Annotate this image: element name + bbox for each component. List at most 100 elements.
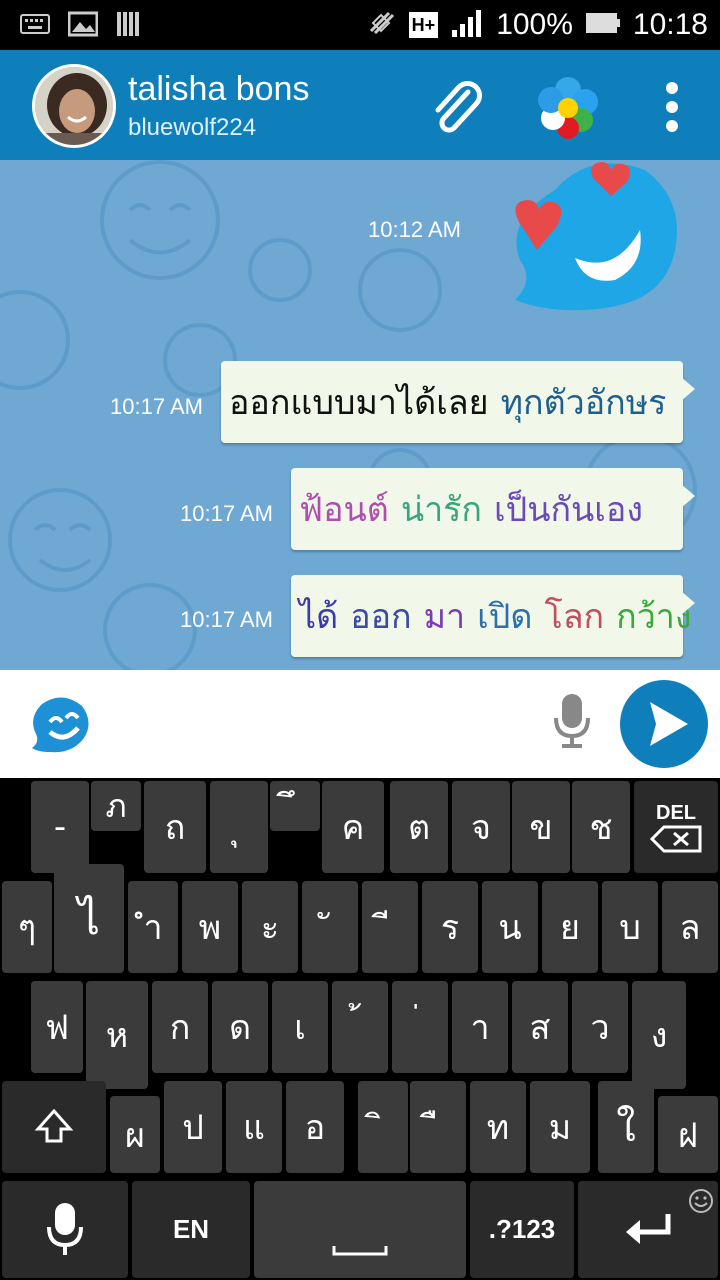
key[interactable]: แ: [226, 1081, 282, 1173]
signal-icon: [450, 8, 484, 42]
voice-input-key[interactable]: [2, 1181, 128, 1278]
key[interactable]: ผ: [110, 1096, 160, 1173]
key[interactable]: ิ: [358, 1081, 408, 1173]
status-bar: H+ 100% 10:18: [0, 0, 720, 50]
key[interactable]: ภ: [91, 781, 141, 831]
space-icon: [332, 1245, 388, 1255]
chat-area[interactable]: 10:12 AM 10:17 AM ออกแบบมาได้เลย ทุกตัวอ…: [0, 160, 720, 670]
symbols-key[interactable]: .?123: [470, 1181, 574, 1278]
key[interactable]: ถ: [144, 781, 206, 873]
key[interactable]: ค: [322, 781, 384, 873]
key[interactable]: า: [452, 981, 508, 1073]
avatar[interactable]: [32, 64, 116, 148]
message-timestamp: 10:17 AM: [180, 607, 273, 632]
space-key[interactable]: [254, 1181, 466, 1278]
message-bubble[interactable]: ฟ้อนต์ น่ารัก เป็นกันเอง: [291, 468, 695, 550]
key[interactable]: ร: [422, 881, 478, 973]
sim-icon: [116, 10, 142, 42]
overflow-menu-icon[interactable]: [650, 80, 694, 134]
key[interactable]: ฝ: [658, 1096, 718, 1173]
shift-icon: [34, 1108, 74, 1143]
paperclip-icon[interactable]: [428, 80, 486, 138]
key[interactable]: เ: [272, 981, 328, 1073]
key[interactable]: ้: [332, 981, 388, 1073]
key[interactable]: ม: [530, 1081, 590, 1173]
key[interactable]: ใ: [598, 1081, 654, 1173]
key[interactable]: ส: [512, 981, 568, 1073]
key[interactable]: ฟ: [31, 981, 83, 1073]
key[interactable]: อ: [286, 1081, 344, 1173]
enter-key[interactable]: [578, 1181, 718, 1278]
key[interactable]: ่: [392, 981, 448, 1073]
message-word: เปิด: [477, 597, 533, 637]
image-icon: [67, 11, 99, 41]
key[interactable]: ง: [632, 981, 686, 1089]
key[interactable]: ท: [470, 1081, 526, 1173]
send-icon: [650, 702, 688, 746]
key[interactable]: ช: [572, 781, 630, 873]
emoji-icon[interactable]: [28, 692, 92, 756]
key[interactable]: ห: [86, 981, 148, 1089]
contact-username: bluewolf224: [128, 114, 257, 141]
message-bubble[interactable]: ได้ ออก มา เปิด โลก กว้าง: [291, 575, 695, 657]
key[interactable]: -: [31, 781, 89, 873]
key[interactable]: ต: [390, 781, 448, 873]
message-word: ได้: [299, 597, 339, 637]
key[interactable]: ข: [512, 781, 570, 873]
key[interactable]: ื: [410, 1081, 466, 1173]
message-word: ทุกตัวอักษร: [500, 383, 667, 423]
key[interactable]: ป: [164, 1081, 222, 1173]
key[interactable]: ั: [302, 881, 358, 973]
key[interactable]: ี: [362, 881, 418, 973]
microphone-icon[interactable]: [550, 692, 594, 750]
key[interactable]: ย: [542, 881, 598, 973]
message-word: เป็นกันเอง: [494, 490, 643, 530]
microphone-icon: [47, 1202, 83, 1255]
message-word: ออก: [350, 597, 412, 637]
send-button[interactable]: [620, 680, 708, 768]
clock: 10:18: [632, 8, 708, 41]
enter-icon: [626, 1213, 671, 1244]
key[interactable]: ก: [152, 981, 208, 1073]
key[interactable]: ำ: [128, 881, 178, 973]
key[interactable]: ไ: [54, 864, 124, 973]
smiley-icon: [688, 1183, 714, 1223]
flower-icon[interactable]: [535, 74, 601, 140]
message-word: ออกแบบมาได้เลย: [229, 383, 489, 423]
key[interactable]: พ: [182, 881, 238, 973]
battery-icon: [585, 11, 621, 39]
message-word: มา: [423, 597, 466, 637]
soft-keyboard: - ภ ถ ุ ึ ค ต จ ข ช DEL ๆ ไ ำ พ ะ ั ี ร …: [0, 778, 720, 1280]
key[interactable]: ว: [572, 981, 628, 1073]
key[interactable]: ึ: [270, 781, 320, 831]
sticker-image[interactable]: [495, 160, 685, 320]
backspace-icon: [650, 825, 702, 852]
key[interactable]: น: [482, 881, 538, 973]
message-word: โลก: [544, 597, 605, 637]
key[interactable]: ล: [662, 881, 718, 973]
message-timestamp: 10:17 AM: [180, 501, 273, 526]
message-input-bar: [0, 670, 720, 778]
message-word: น่ารัก: [400, 490, 483, 530]
delete-key[interactable]: DEL: [634, 781, 718, 873]
contact-name[interactable]: talisha bons: [128, 70, 309, 109]
key[interactable]: ุ: [210, 781, 268, 873]
mute-icon: [365, 7, 397, 43]
message-word: กว้าง: [616, 597, 692, 637]
language-key[interactable]: EN: [132, 1181, 250, 1278]
message-word: ฟ้อนต์: [299, 490, 389, 530]
chat-header: talisha bons bluewolf224: [0, 50, 720, 160]
battery-percent: 100%: [496, 8, 573, 41]
message-bubble[interactable]: ออกแบบมาได้เลย ทุกตัวอักษร: [221, 361, 695, 443]
keyboard-icon: [20, 13, 50, 39]
network-type-badge: H+: [408, 12, 439, 38]
message-timestamp: 10:17 AM: [110, 394, 203, 419]
shift-key[interactable]: [2, 1081, 106, 1173]
delete-key-label: DEL: [656, 801, 696, 824]
key[interactable]: ๆ: [2, 881, 52, 973]
key[interactable]: ด: [212, 981, 268, 1073]
key[interactable]: ะ: [242, 881, 298, 973]
key[interactable]: บ: [602, 881, 658, 973]
key[interactable]: จ: [452, 781, 510, 873]
message-timestamp: 10:12 AM: [368, 217, 461, 242]
